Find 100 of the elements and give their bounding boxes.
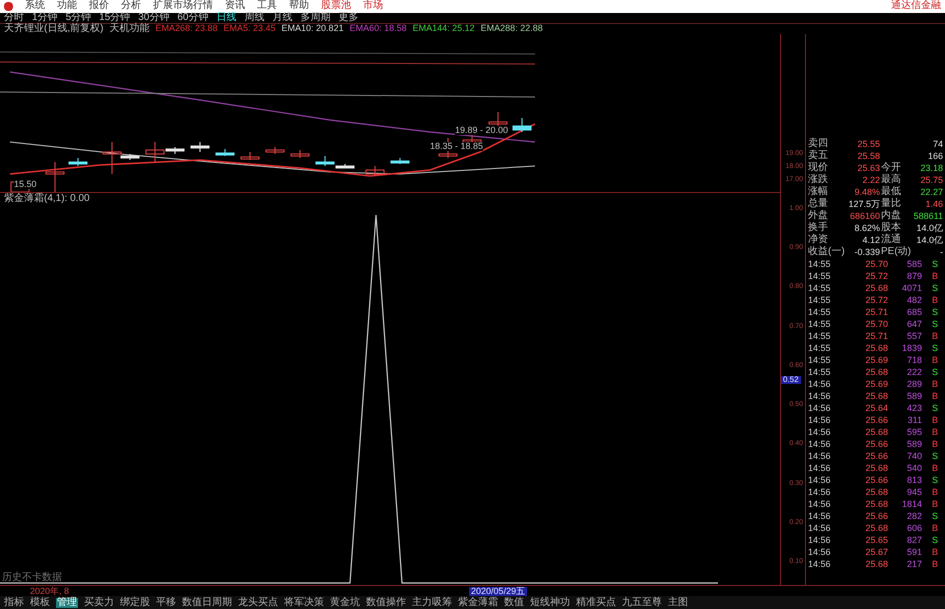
tick-time: 14:56	[808, 452, 832, 460]
tick-time: 14:56	[808, 524, 832, 532]
menu-item[interactable]: 股票池	[321, 0, 351, 12]
period-tab[interactable]: 多周期	[300, 12, 330, 24]
tick-price: 25.66	[864, 476, 888, 484]
quote-label: 最高	[880, 175, 902, 185]
quote-value: 25.63	[856, 164, 880, 172]
tick-volume: 827	[906, 536, 922, 544]
menu-item[interactable]: 报价	[89, 0, 109, 12]
candlestick	[190, 142, 210, 152]
tick-side: B	[930, 272, 938, 280]
tick-volume: 813	[906, 476, 922, 484]
indicator-tab[interactable]: 主图	[668, 598, 688, 608]
tick-volume: 217	[906, 560, 922, 568]
tick-volume: 589	[906, 440, 922, 448]
menu-item[interactable]: 工具	[257, 0, 277, 12]
tick-time: 14:56	[808, 440, 832, 448]
indicator-tab[interactable]: 九五至尊	[622, 598, 662, 608]
menu-item[interactable]: 市场	[363, 0, 383, 12]
quote-value: -0.339	[853, 248, 880, 256]
menu-item[interactable]: 分析	[121, 0, 141, 12]
tick-volume: 879	[906, 272, 922, 280]
quote-value: 14.0亿	[915, 224, 943, 232]
period-tab[interactable]: 15分钟	[99, 12, 130, 24]
period-tab[interactable]: 日线	[216, 12, 236, 24]
tick-volume: 585	[906, 260, 922, 268]
menu-item[interactable]: 帮助	[289, 0, 309, 12]
quote-value: 686160	[848, 212, 880, 220]
period-tab[interactable]: 5分钟	[66, 12, 92, 24]
tick-side: B	[930, 428, 938, 436]
indicator-tab[interactable]: 主力吸筹	[412, 598, 452, 608]
indicator-tab[interactable]: 黄金坑	[330, 598, 360, 608]
indicator-tab[interactable]: 数值操作	[366, 598, 406, 608]
tick-side: S	[930, 368, 938, 376]
tick-price: 25.68	[864, 368, 888, 376]
tick-price: 25.66	[864, 416, 888, 424]
brand-text: 通达信金融	[891, 0, 941, 12]
history-note: 历史不卡数据	[2, 573, 62, 583]
cursor-value: 0.52	[781, 376, 801, 384]
menu-item[interactable]: 系统	[25, 0, 45, 12]
quote-label: 换手	[808, 223, 829, 233]
tick-time: 14:56	[808, 428, 832, 436]
tick-time: 14:56	[808, 536, 832, 544]
tick-time: 14:55	[808, 260, 832, 268]
indicator-tab[interactable]: 龙头买点	[238, 598, 278, 608]
indicator-tab[interactable]: 模板	[30, 598, 50, 608]
tick-price: 25.70	[864, 320, 888, 328]
indicator-tab[interactable]: 平移	[156, 598, 176, 608]
indicator-tab[interactable]: 紫金薄霜	[458, 598, 498, 608]
tick-volume: 606	[906, 524, 922, 532]
quote-value: 25.58	[856, 152, 880, 160]
tick-side: S	[930, 452, 938, 460]
indicator-tab[interactable]: 短线神功	[530, 598, 570, 608]
tick-price: 25.71	[864, 332, 888, 340]
tick-volume: 589	[906, 392, 922, 400]
period-tab[interactable]: 更多	[338, 12, 358, 24]
period-tab[interactable]: 分时	[4, 12, 24, 24]
tick-volume: 647	[906, 320, 922, 328]
period-tab[interactable]: 周线	[244, 12, 264, 24]
menu-item[interactable]: 资讯	[225, 0, 245, 12]
period-tab[interactable]: 30分钟	[138, 12, 170, 24]
indicator-tab[interactable]: 将军决策	[284, 598, 324, 608]
ema-value: EMA144: 25.12	[412, 24, 475, 34]
indicator-tab[interactable]: 数值	[504, 598, 524, 608]
indicator-tab[interactable]: 指标	[4, 598, 24, 608]
quote-value: 166	[926, 152, 943, 160]
tick-volume: 1814	[900, 500, 922, 508]
tick-price: 25.67	[864, 548, 888, 556]
tick-time: 14:55	[808, 284, 832, 292]
tick-time: 14:55	[808, 296, 832, 304]
quote-value: 4.12	[861, 236, 880, 244]
indicator-tab[interactable]: 数值日周期	[182, 598, 232, 608]
tick-side: S	[930, 344, 938, 352]
indicator-tab[interactable]: 精准买点	[576, 598, 616, 608]
candlestick	[46, 162, 64, 192]
tick-time: 14:55	[808, 272, 832, 280]
stock-title: 天齐锂业(日线,前复权)	[4, 24, 104, 34]
indicator-tab[interactable]: 管理	[56, 598, 78, 608]
tick-time: 14:56	[808, 464, 832, 472]
candlestick	[512, 118, 532, 132]
price-label: 19.89 - 20.00	[455, 126, 508, 135]
period-tab[interactable]: 60分钟	[177, 12, 208, 24]
tick-side: B	[930, 332, 938, 340]
quote-value: 74	[932, 140, 943, 148]
indicator-tab[interactable]: 买卖力	[84, 598, 114, 608]
indicator-tab[interactable]: 绑定股	[120, 598, 150, 608]
period-tab[interactable]: 1分钟	[32, 12, 58, 24]
menu-item[interactable]: 功能	[57, 0, 77, 12]
tick-time: 14:55	[808, 344, 832, 352]
candlestick	[68, 158, 88, 166]
period-tab[interactable]: 月线	[272, 12, 292, 24]
quote-label: 净资	[808, 235, 829, 245]
tick-price: 25.68	[864, 524, 888, 532]
quote-label: 总量	[808, 199, 829, 209]
ema-value: EMA268: 23.88	[155, 24, 218, 34]
quote-value: 14.0亿	[915, 236, 943, 244]
tick-volume: 423	[906, 404, 922, 412]
menu-item[interactable]: 扩展市场行情	[153, 0, 213, 12]
tick-side: B	[930, 524, 938, 532]
quote-value: 25.55	[856, 140, 880, 148]
